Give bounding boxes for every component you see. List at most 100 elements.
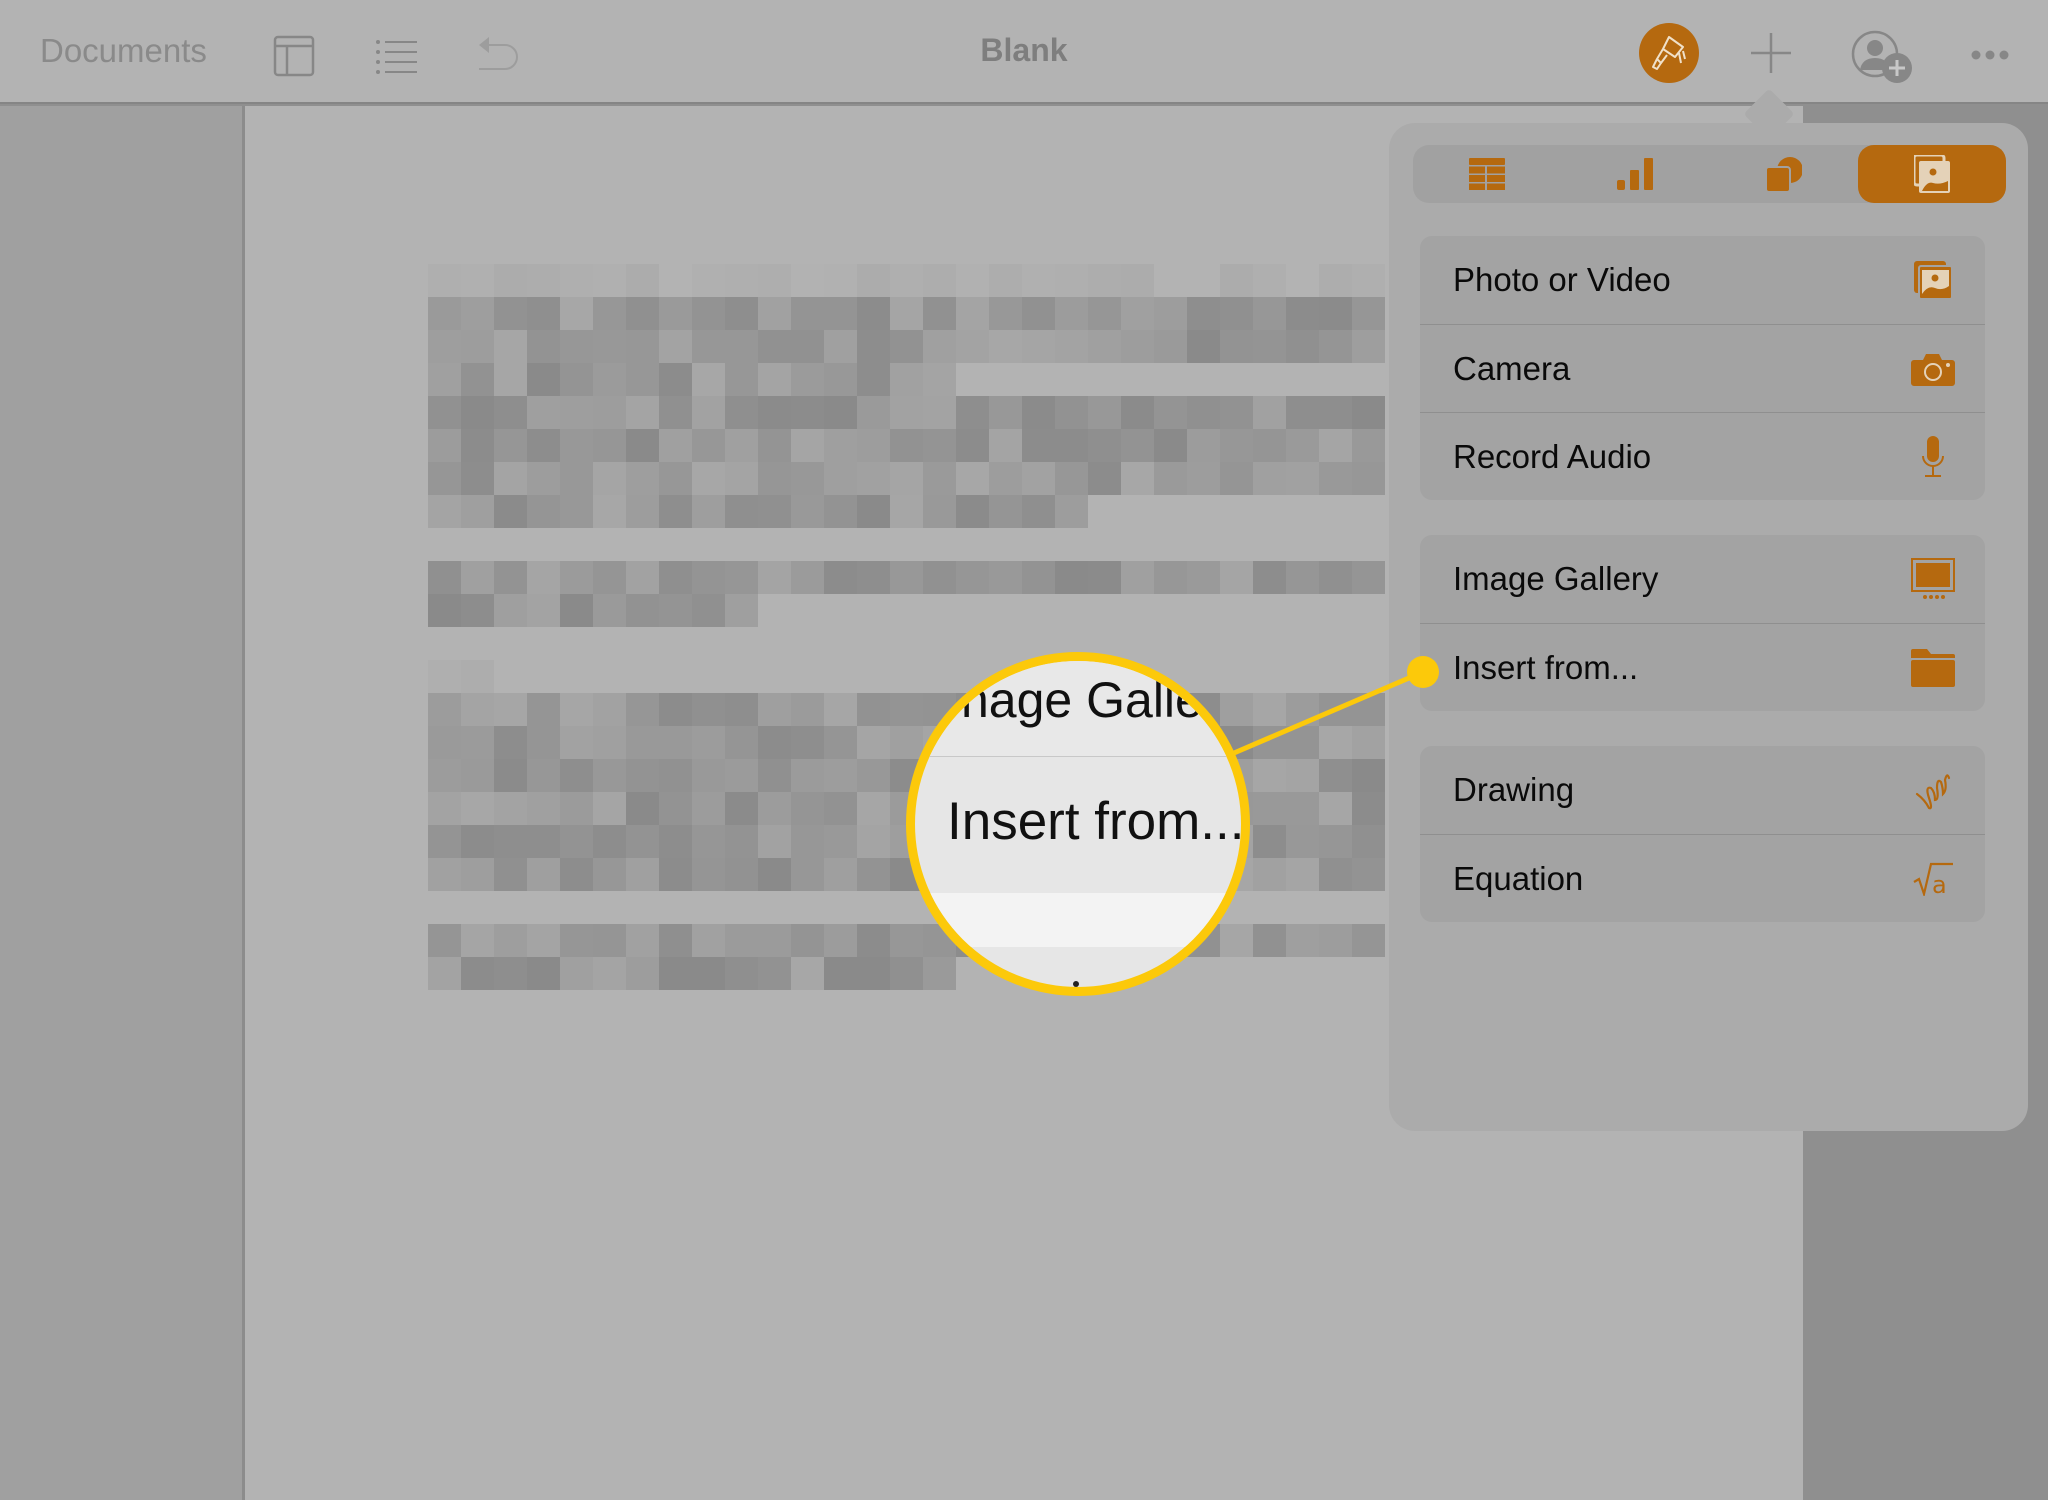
tab-shape[interactable] bbox=[1710, 145, 1858, 203]
pixel-block bbox=[461, 297, 494, 330]
pixel-block bbox=[494, 297, 527, 330]
pixel-block bbox=[692, 264, 725, 297]
pixel-block bbox=[1286, 759, 1319, 792]
pixel-block bbox=[692, 759, 725, 792]
pixel-block bbox=[593, 561, 626, 594]
pixel-block bbox=[989, 561, 1022, 594]
pixel-block bbox=[527, 924, 560, 957]
pixel-block bbox=[659, 561, 692, 594]
pixel-block bbox=[791, 759, 824, 792]
pixel-block bbox=[1187, 429, 1220, 462]
pixel-block bbox=[560, 825, 593, 858]
pixel-block bbox=[989, 264, 1022, 297]
pixel-block bbox=[560, 297, 593, 330]
pixel-block bbox=[1286, 462, 1319, 495]
pixel-block bbox=[692, 594, 725, 627]
pixel-block bbox=[626, 693, 659, 726]
pixel-block bbox=[1253, 561, 1286, 594]
menu-item-record-audio[interactable]: Record Audio bbox=[1420, 412, 1985, 500]
pixel-block bbox=[857, 858, 890, 891]
pixel-block bbox=[428, 660, 461, 693]
pixel-block bbox=[1352, 693, 1385, 726]
pixel-block bbox=[626, 297, 659, 330]
pixel-block bbox=[824, 297, 857, 330]
pixel-block bbox=[494, 363, 527, 396]
pixel-block bbox=[1088, 396, 1121, 429]
pixel-block bbox=[1286, 396, 1319, 429]
pixel-block bbox=[1253, 693, 1286, 726]
pixel-block bbox=[956, 561, 989, 594]
pixel-block bbox=[1319, 297, 1352, 330]
pixel-block bbox=[659, 363, 692, 396]
pixel-block bbox=[890, 330, 923, 363]
tab-media[interactable] bbox=[1857, 145, 2006, 203]
pixel-block bbox=[1220, 396, 1253, 429]
pixel-block bbox=[560, 429, 593, 462]
menu-item-drawing[interactable]: Drawing bbox=[1420, 746, 1985, 834]
pixel-block bbox=[527, 297, 560, 330]
pixel-block bbox=[857, 330, 890, 363]
menu-item-insert-from[interactable]: Insert from... bbox=[1420, 623, 1985, 711]
menu-item-camera[interactable]: Camera bbox=[1420, 324, 1985, 412]
pixel-block bbox=[1286, 297, 1319, 330]
pixel-block bbox=[692, 792, 725, 825]
pixel-block bbox=[1088, 561, 1121, 594]
pixel-block bbox=[1154, 561, 1187, 594]
pixel-block bbox=[1022, 462, 1055, 495]
pixel-block bbox=[824, 825, 857, 858]
menu-item-image-gallery[interactable]: Image Gallery bbox=[1420, 535, 1985, 623]
pixel-block bbox=[1022, 330, 1055, 363]
more-icon[interactable] bbox=[1971, 47, 2009, 65]
pixel-block bbox=[1187, 561, 1220, 594]
pixel-block bbox=[494, 429, 527, 462]
pixel-block bbox=[923, 396, 956, 429]
magnified-top-text: nage Galle bbox=[961, 672, 1203, 728]
pixel-block bbox=[857, 825, 890, 858]
pixel-block bbox=[692, 693, 725, 726]
pixel-block bbox=[560, 792, 593, 825]
pixel-block bbox=[659, 429, 692, 462]
pixel-block bbox=[1154, 297, 1187, 330]
pixel-block bbox=[1055, 429, 1088, 462]
pixel-block bbox=[725, 561, 758, 594]
insert-category-tabs bbox=[1413, 145, 2006, 203]
pixel-block bbox=[725, 363, 758, 396]
pixel-block bbox=[725, 429, 758, 462]
pixel-block bbox=[659, 264, 692, 297]
pixel-block bbox=[989, 396, 1022, 429]
pixel-block bbox=[461, 792, 494, 825]
pixel-block bbox=[626, 363, 659, 396]
pixel-block bbox=[659, 594, 692, 627]
pixel-block bbox=[1319, 759, 1352, 792]
pixel-block bbox=[659, 924, 692, 957]
pixel-block bbox=[758, 792, 791, 825]
pixel-block bbox=[560, 396, 593, 429]
pixel-block bbox=[857, 297, 890, 330]
pixel-block bbox=[560, 264, 593, 297]
pixel-block bbox=[956, 462, 989, 495]
pixel-block bbox=[791, 330, 824, 363]
tab-table[interactable] bbox=[1413, 145, 1561, 203]
pixel-block bbox=[527, 495, 560, 528]
pixel-block bbox=[1055, 330, 1088, 363]
menu-item-equation[interactable]: Equation a bbox=[1420, 834, 1985, 922]
collaborate-icon[interactable] bbox=[1850, 30, 1914, 89]
pixel-block bbox=[428, 495, 461, 528]
pixel-block bbox=[692, 726, 725, 759]
menu-item-photo-or-video[interactable]: Photo or Video bbox=[1420, 236, 1985, 324]
insert-plus-icon[interactable] bbox=[1750, 32, 1792, 79]
pixel-block bbox=[1319, 429, 1352, 462]
pixel-block bbox=[1088, 429, 1121, 462]
format-brush-button[interactable] bbox=[1639, 23, 1699, 83]
magnified-label: Insert from... bbox=[947, 792, 1245, 851]
pixel-block bbox=[1352, 792, 1385, 825]
tab-chart[interactable] bbox=[1561, 145, 1709, 203]
pixel-block bbox=[527, 792, 560, 825]
menu-item-label: Photo or Video bbox=[1453, 261, 1671, 298]
pixel-block bbox=[824, 429, 857, 462]
pixel-block bbox=[428, 957, 461, 990]
pixel-block bbox=[1352, 726, 1385, 759]
pixel-block bbox=[1352, 396, 1385, 429]
pixel-block bbox=[725, 693, 758, 726]
pixel-block bbox=[1319, 792, 1352, 825]
